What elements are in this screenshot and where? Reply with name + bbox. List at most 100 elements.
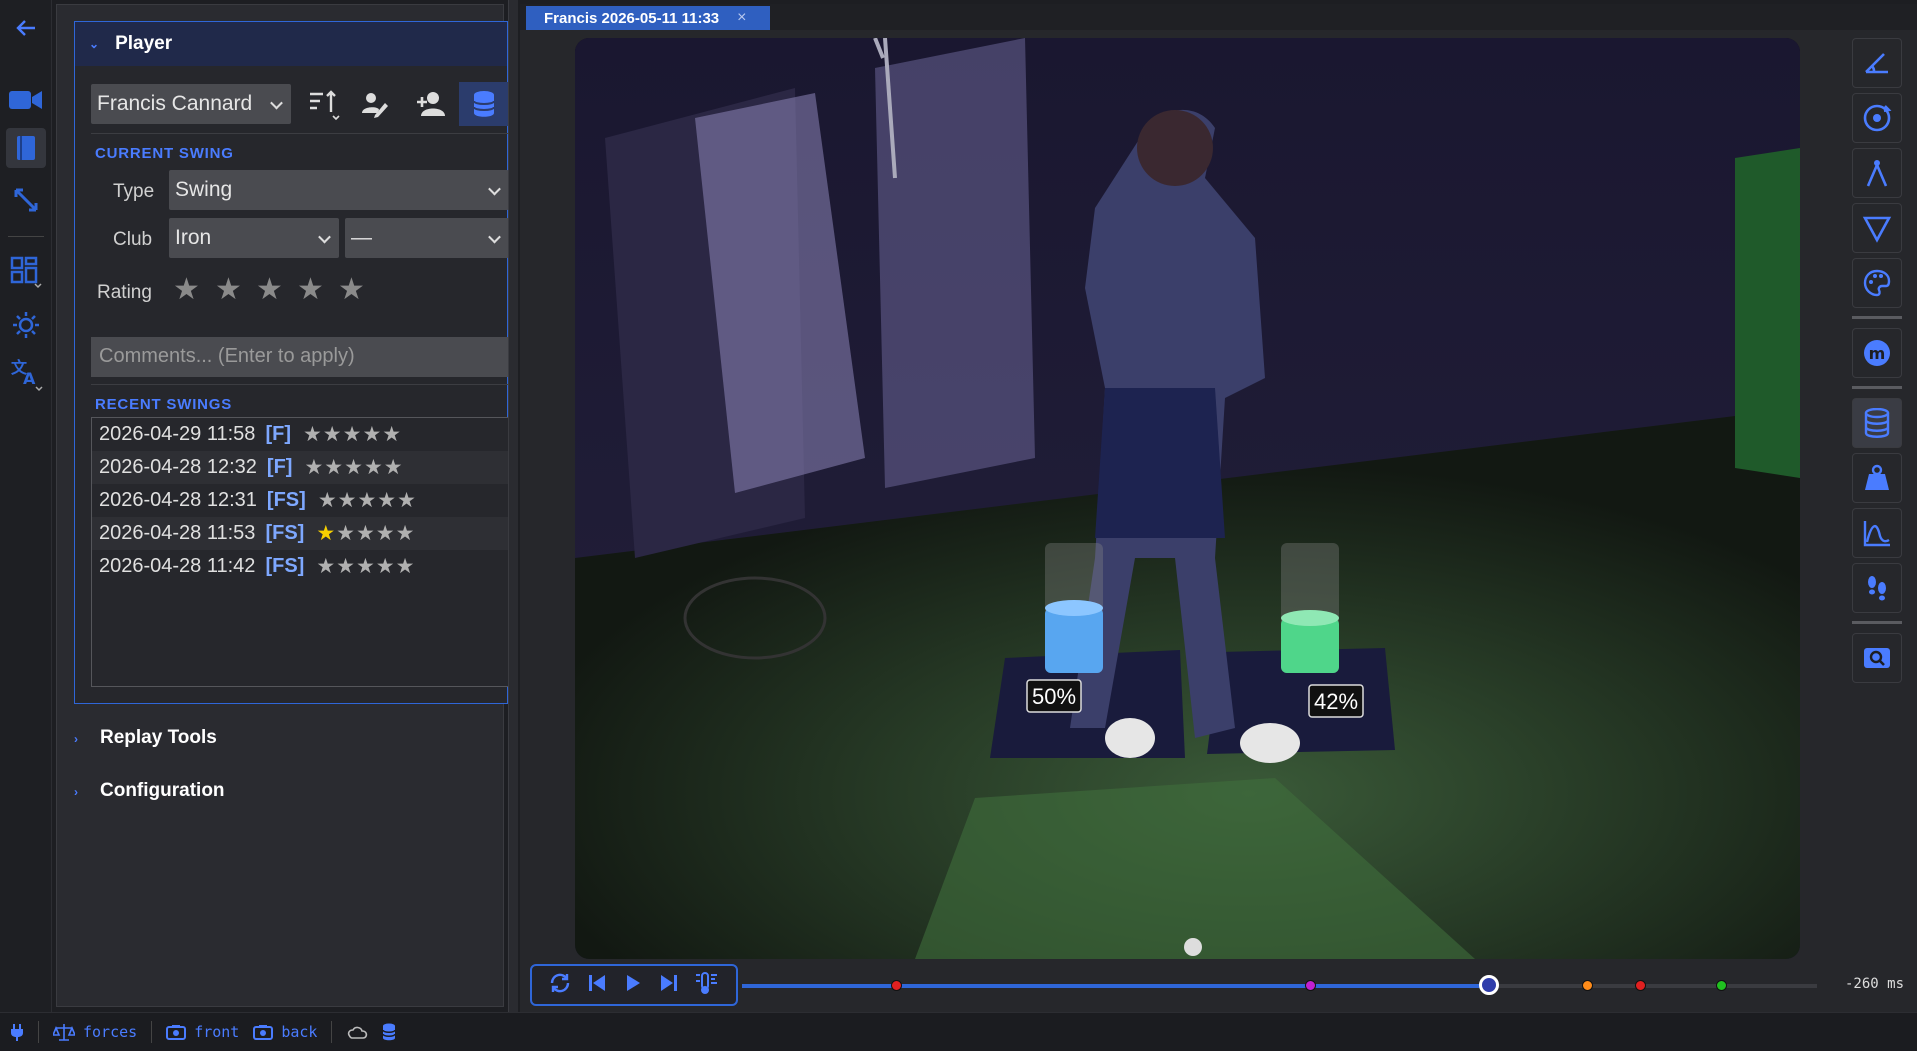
star-filled: ★ <box>316 522 337 545</box>
measure-arrows-icon[interactable] <box>6 180 46 220</box>
right-pressure-label: 42% <box>1314 689 1358 714</box>
edit-user-icon[interactable] <box>361 90 389 123</box>
left-pressure-label: 50% <box>1032 684 1076 709</box>
list-item[interactable]: 2026-04-29 11:58 [F] ★★★★★ <box>92 418 508 451</box>
club-detail-value: — <box>351 226 372 249</box>
chevron-right-icon: › <box>74 732 78 746</box>
back-label: back <box>281 1023 318 1041</box>
list-item[interactable]: 2026-04-28 11:42 [FS] ★★★★★ <box>92 550 508 583</box>
forces-status[interactable]: forces <box>53 1023 137 1041</box>
rating-star-2[interactable]: ★ <box>215 272 242 307</box>
video-camera-icon[interactable] <box>6 80 46 120</box>
type-select[interactable]: Swing <box>169 170 509 210</box>
swing-tag: [F] <box>266 456 293 478</box>
add-user-icon[interactable] <box>415 90 447 123</box>
database-button[interactable] <box>459 82 509 126</box>
chevron-down-icon <box>488 230 501 244</box>
club-select[interactable]: Iron <box>169 218 339 258</box>
club-detail-select[interactable]: — <box>345 218 509 258</box>
zoom-search-icon[interactable] <box>1852 633 1902 683</box>
notebook-icon[interactable] <box>6 128 46 168</box>
swing-rating: ★★★★★ <box>304 456 404 479</box>
weight-icon[interactable] <box>1852 453 1902 503</box>
rotation-tool-icon[interactable] <box>1852 93 1902 143</box>
playback-controls <box>530 964 738 1006</box>
configuration-section[interactable]: › Configuration <box>74 780 225 802</box>
database-icon[interactable] <box>382 1023 397 1041</box>
chevron-down-icon: ⌄ <box>89 37 100 51</box>
settings-sun-icon[interactable] <box>6 305 46 345</box>
database-icon <box>473 91 495 117</box>
scale-icon <box>53 1024 75 1041</box>
rating-star-5[interactable]: ★ <box>338 272 365 307</box>
player-select[interactable]: Francis Cannard <box>91 84 291 124</box>
comments-input[interactable]: Comments... (Enter to apply) <box>91 337 509 377</box>
tab-recording[interactable]: Francis 2026-05-11 11:33 × <box>526 6 770 30</box>
timeline-event-marker[interactable] <box>1634 980 1646 991</box>
layout-grid-icon[interactable] <box>6 252 46 292</box>
club-value: Iron <box>175 226 212 249</box>
chevron-down-icon <box>318 230 331 244</box>
timeline-handle[interactable] <box>1479 975 1500 995</box>
list-item[interactable]: 2026-04-28 12:32 [F] ★★★★★ <box>92 451 508 484</box>
current-swing-heading: CURRENT SWING <box>95 145 234 162</box>
swing-date: 2026-04-29 11:58 <box>99 423 256 445</box>
replay-tools-section[interactable]: › Replay Tools <box>74 727 217 749</box>
database-icon[interactable] <box>1852 398 1902 448</box>
swing-tag: [F] <box>265 423 291 445</box>
loop-icon[interactable] <box>548 971 572 1000</box>
swing-tag: [FS] <box>266 489 306 511</box>
time-offset: -260 ms <box>1845 976 1905 992</box>
step-back-icon[interactable] <box>587 973 609 998</box>
rating-star-1[interactable]: ★ <box>173 272 200 307</box>
chevron-down-icon <box>270 96 283 110</box>
configuration-title: Configuration <box>100 780 225 801</box>
video-viewport[interactable]: 50% 42% <box>575 38 1800 959</box>
front-camera-status[interactable]: front <box>166 1023 239 1041</box>
rating-star-4[interactable]: ★ <box>297 272 324 307</box>
swing-tag: [FS] <box>265 555 305 577</box>
footprints-icon[interactable] <box>1852 563 1902 613</box>
timeline-progress <box>742 984 1490 988</box>
recent-swings-list: 2026-04-29 11:58 [F] ★★★★★ 2026-04-28 12… <box>91 417 509 687</box>
timeline-event-marker[interactable] <box>1304 980 1316 991</box>
timeline-event-marker[interactable] <box>1716 980 1728 991</box>
swing-rating: ★★★★★ <box>316 555 416 578</box>
panel-splitter[interactable] <box>508 0 518 1012</box>
star-empty: ★★★★ <box>336 522 416 545</box>
angle-tool-icon[interactable] <box>1852 38 1902 88</box>
swing-tag: [FS] <box>265 522 305 544</box>
sort-icon[interactable] <box>307 88 341 127</box>
swing-date: 2026-04-28 11:42 <box>99 555 256 577</box>
player-section: ⌄ Player Francis Cannard CURRENT SWING T… <box>74 21 509 704</box>
player-section-header[interactable]: ⌄ Player <box>75 22 507 66</box>
timeline-event-marker[interactable] <box>890 980 902 991</box>
triangle-tool-icon[interactable] <box>1852 203 1902 253</box>
timeline-scrubber[interactable] <box>742 975 1817 995</box>
plug-icon[interactable] <box>10 1023 24 1041</box>
chevron-down-icon <box>488 182 501 196</box>
swing-rating: ★★★★★ <box>302 423 403 446</box>
cloud-icon[interactable] <box>346 1024 368 1040</box>
curve-chart-icon[interactable] <box>1852 508 1902 558</box>
speed-gauge-icon[interactable] <box>694 971 720 1000</box>
player-section-title: Player <box>115 33 173 54</box>
camera-icon <box>253 1025 274 1040</box>
app-window: 文A ⌄ Player Francis Cannard CURRENT SWIN… <box>0 0 1917 1051</box>
list-item[interactable]: 2026-04-28 12:31 [FS] ★★★★★ <box>92 484 508 517</box>
close-icon[interactable]: × <box>737 9 746 27</box>
palette-icon[interactable] <box>1852 258 1902 308</box>
type-value: Swing <box>175 178 233 201</box>
back-camera-status[interactable]: back <box>253 1023 317 1041</box>
rating-star-3[interactable]: ★ <box>256 272 283 307</box>
compass-tool-icon[interactable] <box>1852 148 1902 198</box>
left-nav-rail: 文A <box>0 0 52 1012</box>
timeline-event-marker[interactable] <box>1581 980 1593 991</box>
play-icon[interactable] <box>624 973 642 998</box>
back-arrow-icon[interactable] <box>6 8 46 48</box>
translate-icon[interactable]: 文A <box>6 354 46 394</box>
camera-icon <box>166 1025 187 1040</box>
list-item[interactable]: 2026-04-28 11:53 [FS] ★★★★★ <box>92 517 508 550</box>
step-forward-icon[interactable] <box>657 973 679 998</box>
m-badge-icon[interactable]: m <box>1852 328 1902 378</box>
